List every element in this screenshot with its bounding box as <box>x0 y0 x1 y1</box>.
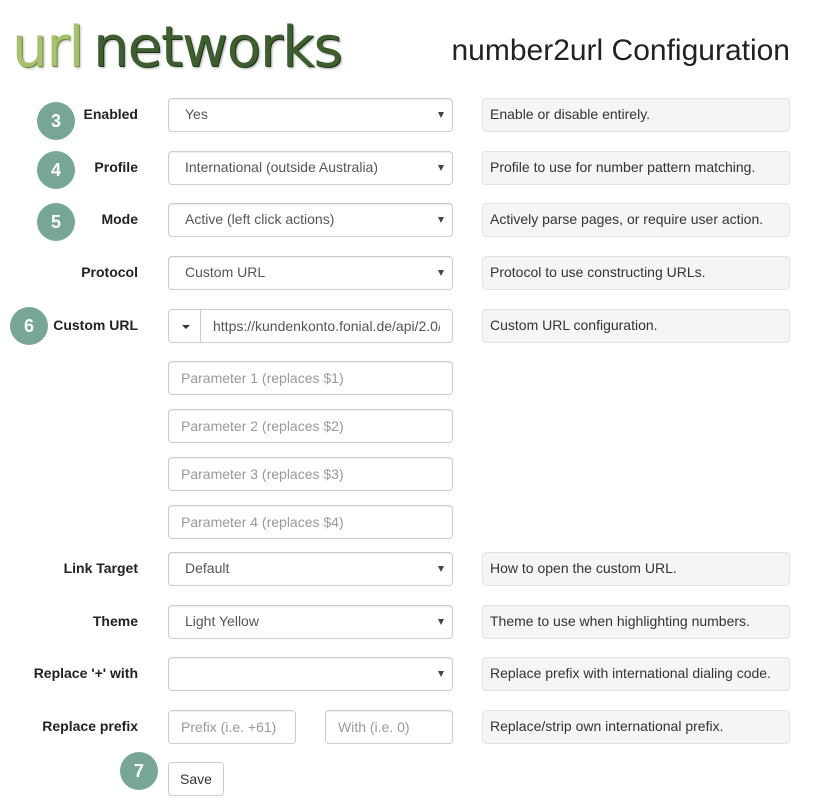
replace-plus-help: Replace prefix with international dialin… <box>482 657 790 691</box>
mode-label: Mode <box>101 211 138 227</box>
link-target-select[interactable]: Default <box>168 552 453 586</box>
enabled-select-value: Yes <box>185 106 208 122</box>
replace-plus-label: Replace '+' with <box>33 665 138 681</box>
mode-help: Actively parse pages, or require user ac… <box>482 203 790 237</box>
protocol-select-value: Custom URL <box>185 264 266 280</box>
profile-select-value: International (outside Australia) <box>185 159 378 175</box>
save-row: 7 Save <box>0 752 840 796</box>
replace-prefix-row: Replace prefix Replace/strip own interna… <box>0 710 840 744</box>
dropdown-caret-icon <box>438 619 444 625</box>
profile-row: 4 Profile International (outside Austral… <box>0 151 840 189</box>
custom-url-row: 6 Custom URL Custom URL configuration. <box>0 307 840 345</box>
step-badge-5: 5 <box>37 203 75 241</box>
step-badge-4: 4 <box>37 151 75 189</box>
replace-plus-row: Replace '+' with Replace prefix with int… <box>0 657 840 691</box>
with-input[interactable] <box>325 710 453 744</box>
dropdown-caret-icon <box>438 165 444 171</box>
page-title: number2url Configuration <box>451 34 790 67</box>
replace-plus-select[interactable] <box>168 657 453 691</box>
dropdown-caret-icon <box>438 566 444 572</box>
enabled-help: Enable or disable entirely. <box>482 98 790 132</box>
custom-url-label: Custom URL <box>53 317 138 333</box>
parameter-4-input[interactable] <box>168 505 453 539</box>
logo-networks-text: networks <box>93 15 343 80</box>
link-target-label: Link Target <box>63 560 138 576</box>
mode-select[interactable]: Active (left click actions) <box>168 203 453 237</box>
mode-select-value: Active (left click actions) <box>185 211 335 227</box>
theme-select-value: Light Yellow <box>185 613 259 629</box>
parameter-3-input[interactable] <box>168 457 453 491</box>
prefix-input[interactable] <box>168 710 296 744</box>
custom-url-help: Custom URL configuration. <box>482 309 790 343</box>
custom-url-dropdown-button[interactable] <box>168 309 201 343</box>
mode-row: 5 Mode Active (left click actions) Activ… <box>0 203 840 241</box>
custom-url-input[interactable] <box>200 309 453 343</box>
caret-down-icon <box>182 325 190 329</box>
dropdown-caret-icon <box>438 112 444 118</box>
custom-url-input-group <box>168 309 453 343</box>
protocol-row: Protocol Custom URL Protocol to use cons… <box>0 256 840 290</box>
parameter-2-input[interactable] <box>168 409 453 443</box>
enabled-label: Enabled <box>83 106 138 122</box>
theme-row: Theme Light Yellow Theme to use when hig… <box>0 605 840 639</box>
config-page: url networks number2url Configuration 3 E… <box>0 0 840 803</box>
url-networks-logo: url networks <box>12 15 343 80</box>
link-target-help: How to open the custom URL. <box>482 552 790 586</box>
dropdown-caret-icon <box>438 671 444 677</box>
theme-help: Theme to use when highlighting numbers. <box>482 605 790 639</box>
protocol-select[interactable]: Custom URL <box>168 256 453 290</box>
profile-select[interactable]: International (outside Australia) <box>168 151 453 185</box>
parameter-1-input[interactable] <box>168 361 453 395</box>
step-badge-7: 7 <box>120 752 158 790</box>
save-button[interactable]: Save <box>168 762 224 796</box>
link-target-select-value: Default <box>185 560 230 576</box>
replace-prefix-label: Replace prefix <box>42 718 138 734</box>
step-badge-6: 6 <box>10 307 48 345</box>
dropdown-caret-icon <box>438 217 444 223</box>
theme-label: Theme <box>92 613 138 629</box>
replace-prefix-help: Replace/strip own international prefix. <box>482 710 790 744</box>
profile-label: Profile <box>94 159 138 175</box>
step-badge-3: 3 <box>37 102 75 140</box>
dropdown-caret-icon <box>438 270 444 276</box>
protocol-help: Protocol to use constructing URLs. <box>482 256 790 290</box>
theme-select[interactable]: Light Yellow <box>168 605 453 639</box>
logo-url-text: url <box>12 15 84 80</box>
enabled-row: 3 Enabled Yes Enable or disable entirely… <box>0 98 840 140</box>
profile-help: Profile to use for number pattern matchi… <box>482 151 790 185</box>
link-target-row: Link Target Default How to open the cust… <box>0 552 840 586</box>
protocol-label: Protocol <box>81 264 138 280</box>
enabled-select[interactable]: Yes <box>168 98 453 132</box>
